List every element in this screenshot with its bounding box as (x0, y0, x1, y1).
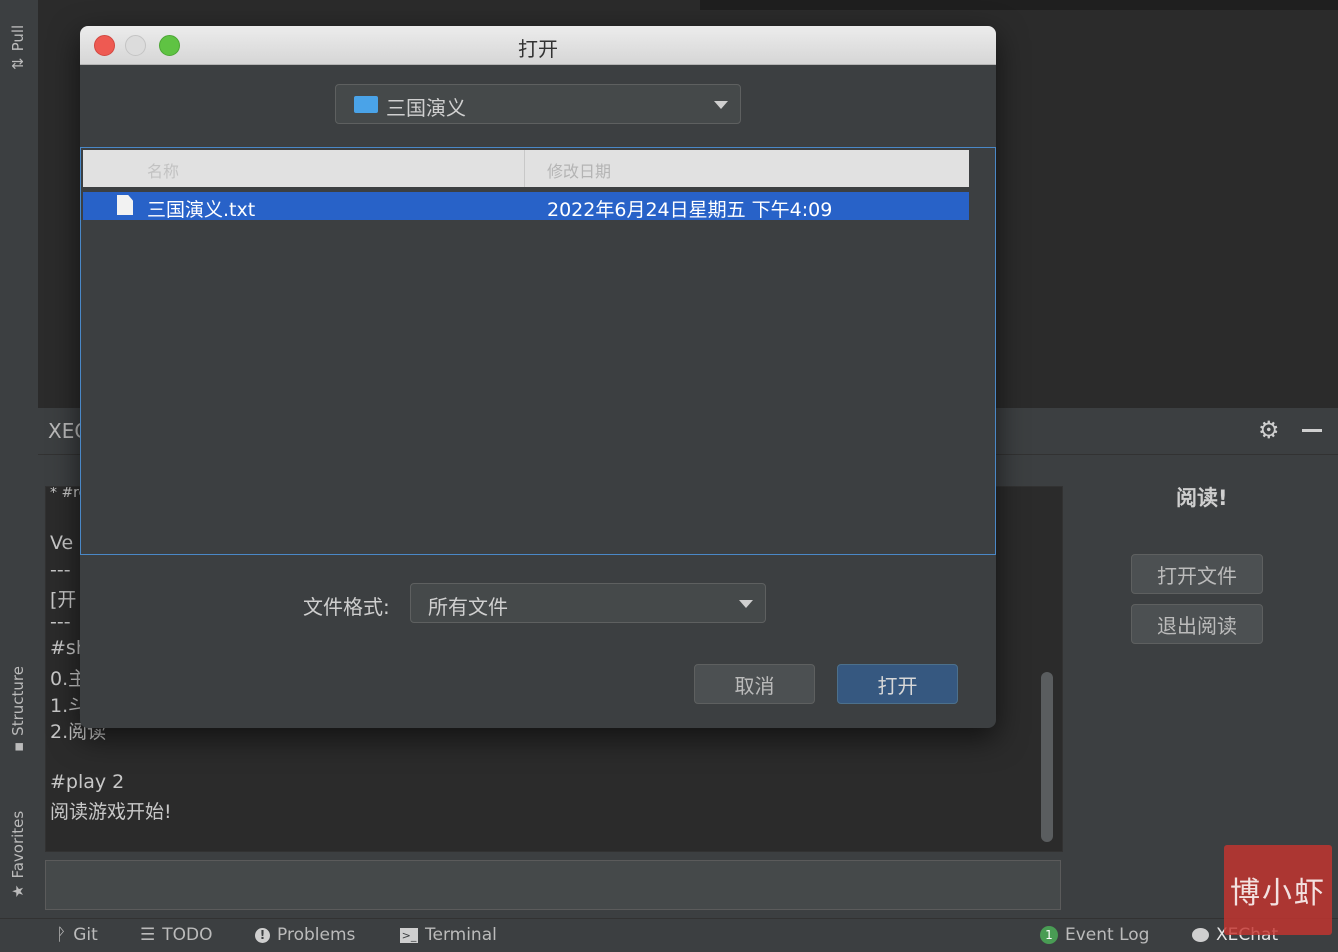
exit-reading-button[interactable]: 退出阅读 (1131, 604, 1263, 644)
console-line: --- (50, 559, 71, 581)
pull-requests-tab[interactable]: ⇅ Pull (9, 25, 27, 70)
folder-name: 三国演义 (386, 96, 466, 120)
event-log-label: Event Log (1065, 925, 1150, 945)
watermark-text: 博小虾 (1230, 876, 1326, 911)
document-icon (117, 195, 133, 215)
list-icon: ☰ (140, 925, 156, 945)
chat-input[interactable] (45, 860, 1061, 910)
structure-icon: ▪ (9, 741, 27, 752)
favorites-tab[interactable]: ★ Favorites (9, 811, 27, 898)
structure-label: Structure (9, 666, 27, 736)
side-heading: 阅读! (1176, 486, 1228, 510)
chat-bubble-icon (1192, 928, 1209, 942)
column-name-header[interactable]: 名称 (147, 158, 179, 182)
video-strip (700, 0, 1338, 10)
minimize-icon[interactable] (1302, 429, 1322, 432)
console-line: [开 (50, 589, 77, 611)
open-file-button[interactable]: 打开文件 (1131, 554, 1263, 594)
pull-requests-label: Pull (9, 24, 27, 52)
git-tab[interactable]: ᚹ Git (56, 925, 98, 945)
alert-icon: ! (255, 927, 270, 943)
console-line: #play 2 (50, 771, 125, 793)
list-header: 名称 修改日期 (83, 150, 969, 187)
favorites-label: Favorites (9, 810, 27, 879)
column-divider (524, 150, 525, 187)
format-select[interactable]: 所有文件 (410, 583, 766, 623)
folder-select[interactable]: 三国演义 (335, 84, 741, 124)
dialog-titlebar: 打开 (80, 26, 996, 65)
watermark-seal: 博小虾 (1224, 845, 1332, 935)
console-scrollbar[interactable] (1041, 672, 1053, 842)
gear-icon[interactable]: ⚙ (1258, 416, 1280, 444)
terminal-icon: >_ (400, 927, 418, 943)
left-tool-strip: ⇅ Pull ▪ Structure ★ Favorites (0, 0, 39, 918)
status-bar: ᚹ Git ☰ TODO ! Problems >_ Terminal 1 Ev… (0, 918, 1338, 952)
file-row[interactable]: 三国演义.txt 2022年6月24日星期五 下午4:09 (83, 192, 969, 221)
chevron-down-icon (714, 101, 728, 109)
file-name: 三国演义.txt (147, 199, 256, 221)
open-button[interactable]: 打开 (837, 664, 958, 704)
pull-request-icon: ⇅ (9, 57, 27, 70)
folder-icon (354, 96, 378, 113)
todo-label: TODO (162, 925, 213, 945)
cancel-button[interactable]: 取消 (694, 664, 815, 704)
chevron-down-icon (739, 600, 753, 608)
terminal-tab[interactable]: >_ Terminal (400, 925, 497, 945)
star-icon: ★ (9, 884, 27, 898)
dialog-title: 打开 (518, 37, 558, 61)
column-modified-header[interactable]: 修改日期 (547, 158, 611, 182)
format-value: 所有文件 (428, 595, 508, 619)
console-line: --- (50, 611, 71, 633)
git-label: Git (73, 925, 98, 945)
event-count-badge: 1 (1040, 926, 1058, 944)
console-line: Ve (50, 532, 74, 554)
terminal-label: Terminal (425, 925, 497, 945)
console-line: 阅读游戏开始! (50, 801, 172, 823)
event-log-tab[interactable]: 1 Event Log (1040, 925, 1149, 945)
branch-icon: ᚹ (56, 925, 67, 945)
structure-tab[interactable]: ▪ Structure (9, 666, 27, 752)
open-file-dialog: 打开 三国演义 名称 修改日期 三国演义.txt 2022年6月24日星期五 下… (80, 26, 996, 728)
problems-tab[interactable]: ! Problems (255, 925, 355, 945)
format-label: 文件格式: (303, 595, 390, 619)
file-modified: 2022年6月24日星期五 下午4:09 (547, 199, 833, 221)
file-list[interactable]: 名称 修改日期 三国演义.txt 2022年6月24日星期五 下午4:09 (80, 147, 996, 555)
problems-label: Problems (277, 925, 356, 945)
todo-tab[interactable]: ☰ TODO (140, 925, 213, 945)
